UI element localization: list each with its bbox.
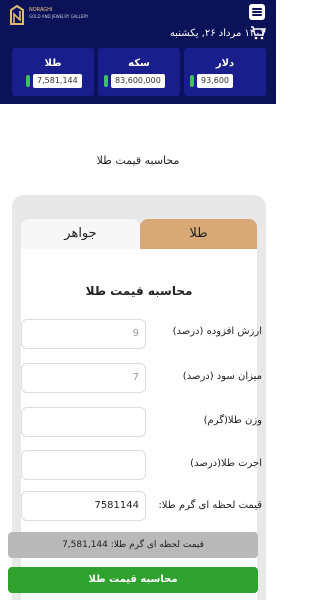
vat-label: ارزش افزوده (درصد) bbox=[172, 326, 262, 337]
profit-input[interactable]: 7 bbox=[21, 363, 146, 393]
header-bar: NORAGHI GOLD AND JEWELRY GALLERY ۱۴۰۴ مر… bbox=[0, 0, 276, 104]
tab-jewelry[interactable]: جواهر bbox=[21, 219, 140, 249]
price-card-value: 83,600,000 bbox=[111, 74, 165, 88]
gold-weight-label: وزن طلا(گرم) bbox=[203, 415, 262, 426]
price-cards: دلار 93,600 سکه 83,600,000 طلا 7,581,144 bbox=[10, 48, 266, 98]
price-indicator bbox=[190, 75, 194, 87]
gold-weight-input[interactable] bbox=[21, 407, 146, 437]
price-card-title: طلا bbox=[44, 58, 62, 69]
price-indicator bbox=[26, 75, 30, 87]
price-card-value: 7,581,144 bbox=[33, 74, 82, 88]
date-row: ۱۴۰۴ مرداد ۲۶, یکشنبه bbox=[0, 24, 276, 44]
price-card-value: 93,600 bbox=[197, 74, 233, 88]
price-indicator bbox=[104, 75, 108, 87]
calculate-button[interactable]: محاسبه قیمت طلا bbox=[8, 567, 258, 593]
tab-gold[interactable]: طلا bbox=[140, 219, 257, 249]
vat-input[interactable]: 9 bbox=[21, 319, 146, 349]
shopping-cart-icon[interactable] bbox=[250, 26, 266, 40]
price-card-gold[interactable]: طلا 7,581,144 bbox=[12, 48, 94, 96]
logo-subtext: GOLD AND JEWELRY GALLERY bbox=[29, 14, 89, 19]
price-card-dollar[interactable]: دلار 93,600 bbox=[184, 48, 266, 96]
form-title: محاسبه قیمت طلا bbox=[85, 284, 193, 298]
wage-label: اجرت طلا(درصد) bbox=[190, 458, 262, 469]
gold-price-input[interactable]: 7581144 bbox=[21, 491, 146, 521]
price-card-title: سکه bbox=[128, 58, 150, 69]
logo[interactable]: NORAGHI GOLD AND JEWELRY GALLERY bbox=[8, 4, 88, 26]
gold-price-label: قیمت لحظه ای گرم طلا: bbox=[158, 500, 262, 511]
hamburger-menu-icon[interactable] bbox=[249, 4, 265, 20]
wage-input[interactable] bbox=[21, 450, 146, 480]
page-title: محاسبه قیمت طلا bbox=[96, 154, 180, 167]
logo-text: NORAGHI bbox=[29, 7, 53, 13]
result-display: قیمت لحظه ای گرم طلا: 7,581,144 bbox=[8, 532, 258, 558]
profit-label: میزان سود (درصد) bbox=[182, 371, 262, 382]
price-card-title: دلار bbox=[215, 58, 235, 69]
price-card-coin[interactable]: سکه 83,600,000 bbox=[98, 48, 180, 96]
logo-mark-icon bbox=[10, 4, 24, 25]
